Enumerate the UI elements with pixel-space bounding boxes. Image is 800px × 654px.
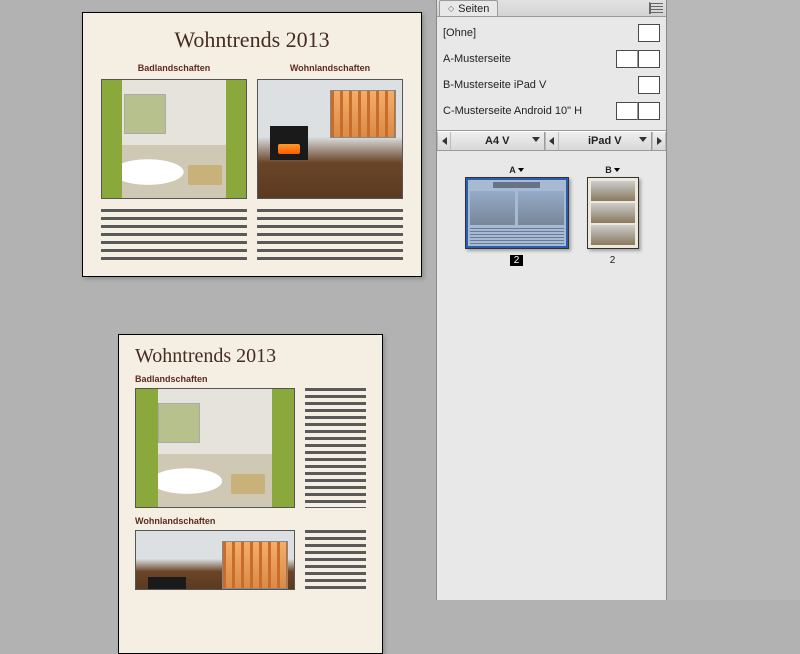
chevron-down-icon (532, 137, 540, 142)
image-living[interactable] (257, 79, 403, 199)
image-bath[interactable] (135, 388, 295, 508)
page-thumb-ipad[interactable] (587, 177, 639, 249)
master-thumb[interactable] (638, 24, 660, 42)
image-bath[interactable] (101, 79, 247, 199)
tab-pages[interactable]: ◇ Seiten (439, 0, 498, 16)
master-thumb[interactable] (616, 50, 638, 68)
subhead-living: Wohnlandschaften (257, 63, 403, 73)
master-tag: A (509, 165, 524, 175)
collapse-icon: ◇ (448, 2, 454, 16)
placeholder-text (305, 388, 366, 508)
subhead-living: Wohnlandschaften (135, 516, 366, 526)
panel-tabbar: ◇ Seiten (437, 0, 666, 17)
placeholder-text (305, 530, 366, 590)
subhead-bath: Badlandschaften (101, 63, 247, 73)
layout-dropdown-ipad[interactable]: iPad V (559, 132, 653, 150)
layout-selector-bar: A4 V iPad V (437, 131, 666, 151)
subhead-bath: Badlandschaften (135, 374, 366, 384)
master-thumb[interactable] (638, 102, 660, 120)
placeholder-text (257, 209, 403, 261)
page-title: Wohntrends 2013 (135, 345, 366, 368)
page-number[interactable]: 2 (510, 255, 524, 266)
master-tag: B (605, 165, 620, 175)
document-canvas[interactable]: Wohntrends 2013 Badlandschaften Wohnland… (0, 0, 436, 600)
spread-a4[interactable]: Wohntrends 2013 Badlandschaften Wohnland… (82, 12, 422, 277)
placeholder-text (101, 209, 247, 261)
layout-prev-button[interactable] (437, 132, 451, 150)
spread-ipad[interactable]: Wohntrends 2013 Badlandschaften Wohnland… (118, 334, 383, 654)
master-row-b[interactable]: B-Musterseite iPad V (443, 72, 660, 98)
master-pages-list: [Ohne] A-Musterseite B-Musterseite iPad … (437, 17, 666, 131)
pages-thumbnails: A 2 B 2 (437, 151, 666, 600)
master-row-c[interactable]: C-Musterseite Android 10" H (443, 98, 660, 124)
layout-dropdown-a4[interactable]: A4 V (451, 132, 545, 150)
tab-label: Seiten (458, 2, 489, 16)
master-thumb[interactable] (638, 76, 660, 94)
layout-prev-button[interactable] (545, 132, 559, 150)
page-title: Wohntrends 2013 (101, 27, 403, 53)
master-thumb[interactable] (616, 102, 638, 120)
chevron-down-icon (639, 137, 647, 142)
panel-menu-icon[interactable] (649, 2, 663, 14)
pages-panel: ◇ Seiten [Ohne] A-Musterseite B-Musterse… (436, 0, 667, 600)
layout-next-button[interactable] (652, 132, 666, 150)
master-row-a[interactable]: A-Musterseite (443, 46, 660, 72)
master-thumb[interactable] (638, 50, 660, 68)
image-living[interactable] (135, 530, 295, 590)
page-thumb-a4[interactable] (465, 177, 569, 249)
page-number[interactable]: 2 (606, 255, 620, 266)
master-row-none[interactable]: [Ohne] (443, 20, 660, 46)
